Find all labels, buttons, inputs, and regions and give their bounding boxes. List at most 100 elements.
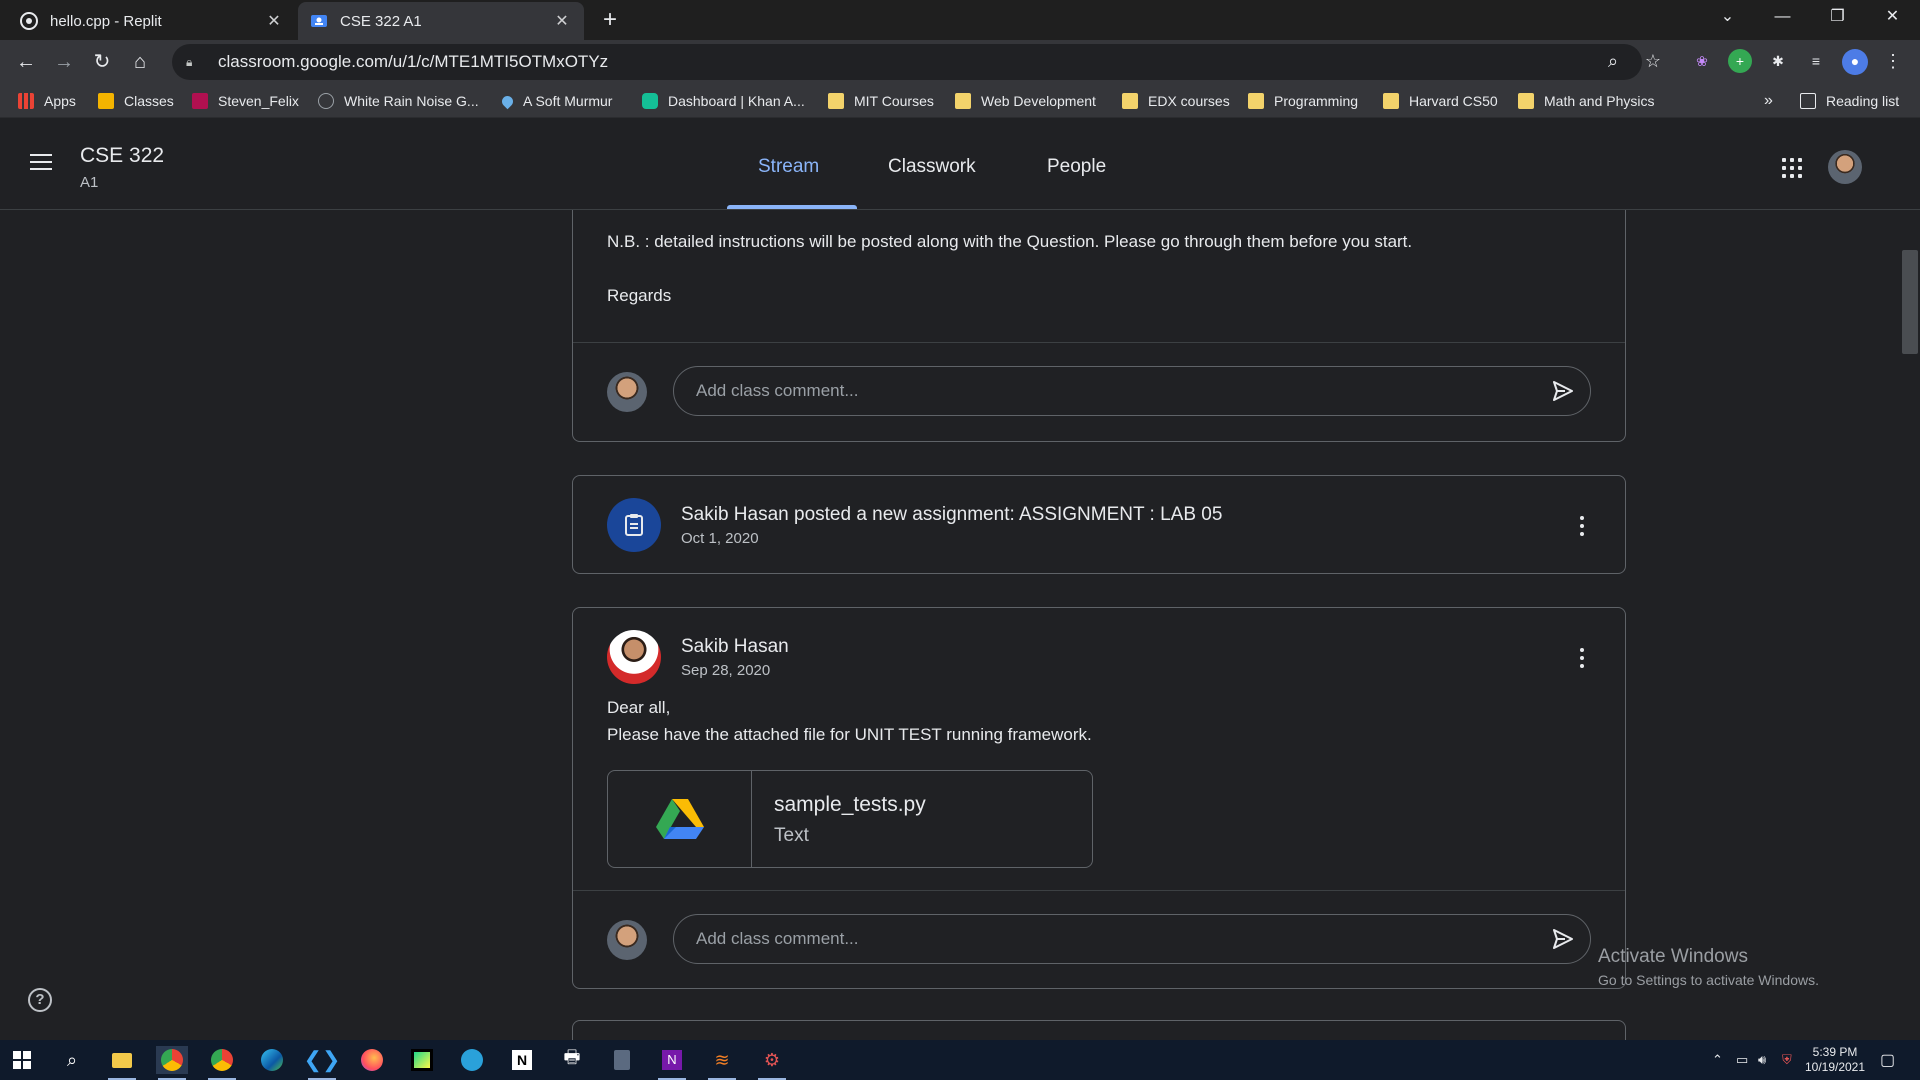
extension-icon[interactable]: ❀	[1690, 49, 1714, 73]
printer-icon[interactable]: 🖶︎	[556, 1046, 588, 1074]
extension-plus-icon[interactable]: +	[1728, 49, 1752, 73]
tray-chevron-icon[interactable]: ⌃	[1712, 1052, 1723, 1068]
chrome-profile-icon[interactable]	[206, 1046, 238, 1080]
more-options-icon[interactable]	[1579, 648, 1585, 668]
reading-list-button[interactable]: Reading list	[1800, 91, 1899, 111]
url-text: classroom.google.com/u/1/c/MTE1MTI5OTMxO…	[218, 52, 609, 71]
bookmark-label: Web Development	[981, 93, 1096, 109]
post-date: Sep 28, 2020	[681, 662, 771, 679]
more-options-icon[interactable]	[1579, 516, 1585, 536]
close-window-button[interactable]: ✕	[1865, 0, 1920, 36]
attachment-card[interactable]: sample_tests.py Text	[607, 770, 1093, 868]
antivirus-icon[interactable]: ⛨	[1782, 1052, 1792, 1068]
tab-people[interactable]: People	[1047, 156, 1106, 178]
forward-icon[interactable]: →	[50, 48, 78, 76]
bookmark-mit-courses[interactable]: MIT Courses	[828, 91, 934, 111]
minimize-button[interactable]: —	[1755, 0, 1810, 36]
bookmark-label: Steven_Felix	[218, 93, 299, 109]
google-apps-icon[interactable]	[1782, 158, 1802, 178]
send-icon[interactable]	[1551, 927, 1575, 951]
tab-title: CSE 322 A1	[340, 12, 422, 30]
puzzle-icon[interactable]: ✱	[1766, 49, 1790, 73]
folder-icon	[1518, 93, 1534, 109]
announcement-card: N.B. : detailed instructions will be pos…	[572, 210, 1626, 442]
bookmark-label: EDX courses	[1148, 93, 1230, 109]
system-clock[interactable]: 5:39 PM 10/19/2021	[1800, 1045, 1870, 1075]
back-icon[interactable]: ←	[12, 48, 40, 76]
address-bar[interactable]: 🔒︎ classroom.google.com/u/1/c/MTE1MTI5OT…	[172, 44, 1642, 80]
bookmark-classes[interactable]: Classes	[98, 91, 174, 111]
class-title[interactable]: CSE 322	[80, 144, 164, 168]
scrollbar-thumb[interactable]	[1902, 250, 1918, 354]
assignment-title[interactable]: Sakib Hasan posted a new assignment: ASS…	[681, 504, 1222, 526]
home-icon[interactable]: ⌂	[126, 48, 154, 76]
bookmark-harvard-cs50[interactable]: Harvard CS50	[1383, 91, 1498, 111]
bookmark-web-development[interactable]: Web Development	[955, 91, 1096, 111]
notifications-icon[interactable]: ▢	[1880, 1050, 1895, 1070]
profile-avatar[interactable]: ●	[1842, 49, 1868, 75]
account-avatar[interactable]	[1828, 150, 1862, 184]
avatar	[607, 920, 647, 960]
post-body-line: Please have the attached file for UNIT T…	[607, 725, 1092, 744]
chrome-menu-icon[interactable]: ⋮	[1880, 48, 1906, 74]
sublime-icon[interactable]: ≋	[706, 1046, 738, 1080]
khan-icon	[642, 93, 658, 109]
classroom-icon	[98, 93, 114, 109]
bookmarks-overflow-button[interactable]: »	[1764, 91, 1773, 111]
chrome-icon[interactable]	[156, 1046, 188, 1080]
folder-icon	[955, 93, 971, 109]
help-icon[interactable]: ?	[28, 988, 52, 1012]
bookmark-soft-murmur[interactable]: A Soft Murmur	[499, 91, 612, 111]
bookmark-label: Programming	[1274, 93, 1359, 109]
telegram-icon[interactable]	[456, 1046, 488, 1074]
bookmark-math-physics[interactable]: Math and Physics	[1518, 91, 1655, 111]
assignment-card[interactable]: Sakib Hasan posted a new assignment: ASS…	[572, 475, 1626, 574]
browser-tab-replit[interactable]: hello.cpp - Replit ✕	[8, 2, 296, 40]
comment-input[interactable]: Add class comment...	[673, 366, 1591, 416]
network-icon[interactable]: ▭	[1736, 1052, 1748, 1068]
restore-button[interactable]: ❐	[1810, 0, 1865, 36]
reading-list-label: Reading list	[1826, 93, 1900, 109]
search-icon[interactable]: ⌕	[56, 1046, 88, 1074]
reload-icon[interactable]: ↻	[88, 48, 116, 76]
bookmark-white-rain[interactable]: White Rain Noise G...	[318, 91, 479, 111]
class-section: A1	[80, 174, 99, 191]
vscode-icon[interactable]: ❮❯	[304, 1046, 340, 1080]
edge-icon[interactable]	[256, 1046, 288, 1074]
classroom-icon	[310, 12, 328, 30]
send-icon[interactable]	[1551, 379, 1575, 403]
bookmark-label: Dashboard | Khan A...	[668, 93, 805, 109]
bookmark-steven-felix[interactable]: Steven_Felix	[192, 91, 299, 111]
bookmark-label: Harvard CS50	[1409, 93, 1498, 109]
author-name: Sakib Hasan	[681, 636, 789, 657]
browser-tab-classroom[interactable]: CSE 322 A1 ✕	[298, 2, 584, 40]
onenote-icon[interactable]: N	[656, 1046, 688, 1080]
volume-icon[interactable]: 🔊︎	[1758, 1052, 1766, 1068]
clock-date: 10/19/2021	[1804, 1060, 1866, 1074]
notion-icon[interactable]: N	[506, 1046, 538, 1074]
tab-search-icon[interactable]: ⌄	[1700, 0, 1755, 36]
settings-gear-icon[interactable]: ⚙	[756, 1046, 788, 1080]
bookmark-apps[interactable]: Apps	[18, 91, 76, 111]
media-control-icon[interactable]: ≡	[1804, 49, 1828, 73]
tab-title: hello.cpp - Replit	[50, 12, 162, 30]
bookmark-edx[interactable]: EDX courses	[1122, 91, 1230, 111]
tab-classwork[interactable]: Classwork	[888, 156, 976, 178]
bookmark-label: Apps	[44, 93, 76, 109]
calculator-icon[interactable]	[606, 1046, 638, 1074]
windows-start-icon[interactable]	[6, 1046, 38, 1074]
tab-stream[interactable]: Stream	[758, 156, 819, 178]
bookmark-khan[interactable]: Dashboard | Khan A...	[642, 91, 805, 111]
close-tab-icon[interactable]: ✕	[552, 11, 572, 31]
activate-windows-title: Activate Windows	[1598, 946, 1748, 967]
file-explorer-icon[interactable]	[106, 1046, 138, 1080]
pycharm-icon[interactable]	[406, 1046, 438, 1074]
zoom-icon[interactable]: ⌕	[1600, 48, 1626, 74]
close-tab-icon[interactable]: ✕	[264, 11, 284, 31]
firefox-icon[interactable]	[356, 1046, 388, 1074]
hamburger-menu-icon[interactable]	[30, 154, 52, 172]
bookmark-star-icon[interactable]: ☆	[1640, 48, 1666, 74]
new-tab-button[interactable]: +	[594, 6, 626, 34]
bookmark-programming[interactable]: Programming	[1248, 91, 1358, 111]
comment-input[interactable]: Add class comment...	[673, 914, 1591, 964]
